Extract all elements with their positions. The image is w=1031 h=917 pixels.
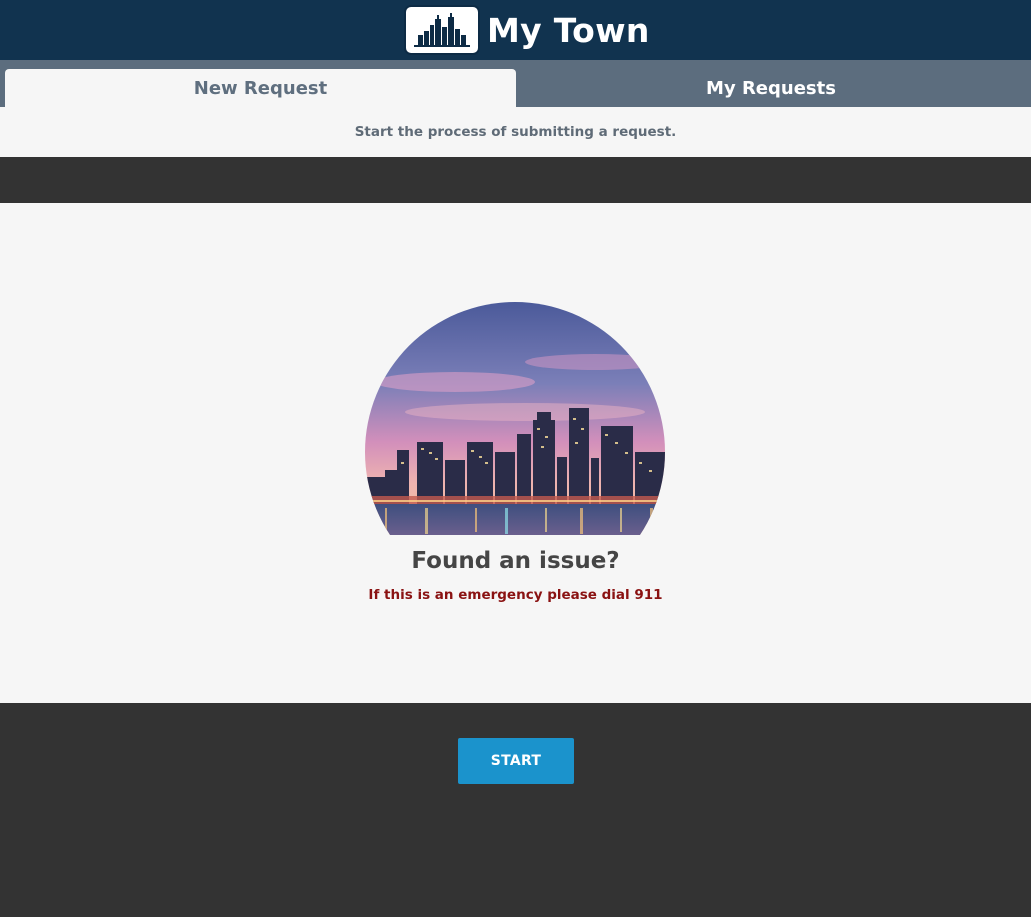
tab-my-requests[interactable]: My Requests	[516, 69, 1026, 107]
main-panel: Found an issue? If this is an emergency …	[0, 203, 1031, 703]
city-skyline-photo	[365, 302, 665, 535]
tab-new-request[interactable]: New Request	[5, 69, 516, 107]
footer-bar: START	[0, 703, 1031, 917]
app-title: My Town	[487, 10, 650, 50]
issue-title: Found an issue?	[411, 548, 620, 574]
city-skyline-icon	[404, 5, 480, 55]
brand[interactable]: My Town	[404, 5, 650, 55]
emergency-notice: If this is an emergency please dial 911	[368, 587, 663, 603]
tab-bar: New Request My Requests	[0, 60, 1031, 107]
instructions-bar: Start the process of submitting a reques…	[0, 107, 1031, 157]
instructions-text: Start the process of submitting a reques…	[354, 124, 677, 140]
app-header: My Town	[0, 0, 1031, 60]
start-button[interactable]: START	[458, 738, 574, 784]
divider-band	[0, 157, 1031, 203]
